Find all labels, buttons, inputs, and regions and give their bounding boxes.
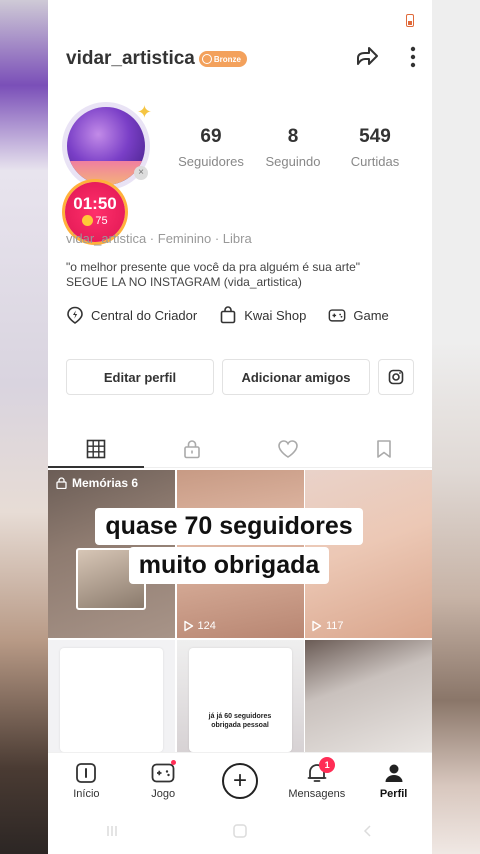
add-friends-button[interactable]: Adicionar amigos: [222, 359, 370, 395]
followers-count: 69: [200, 126, 222, 147]
live-timer: 01:50: [73, 194, 117, 213]
video-text-overlay: já já 60 seguidores obrigada pessoal: [202, 709, 278, 732]
more-options-icon[interactable]: [410, 45, 416, 74]
instagram-button[interactable]: [378, 359, 414, 395]
system-navigation-bar: [48, 808, 432, 854]
play-count: 124: [183, 620, 216, 632]
bio-line: SEGUE LA NO INSTAGRAM (vida_artistica): [66, 275, 302, 289]
profile-screen: vidar_artistica Bronze ✦ × 01:50 75 69 S…: [48, 0, 432, 854]
profile-screenshot-preview: [188, 647, 292, 752]
bookmark-icon: [377, 439, 391, 458]
play-count-value: 117: [326, 620, 344, 632]
avatar[interactable]: ✦ ×: [62, 102, 154, 194]
caption-line: quase 70 seguidores: [95, 508, 363, 545]
caption-line: muito obrigada: [128, 547, 330, 584]
memories-label: Memórias 6: [56, 476, 138, 490]
followers-stat[interactable]: 69 Seguidores: [170, 126, 252, 169]
play-count-value: 124: [197, 620, 216, 632]
tab-posts[interactable]: [48, 430, 144, 468]
username: vidar_artistica: [66, 48, 195, 69]
nav-profile[interactable]: Perfil: [355, 753, 432, 808]
shopping-bag-icon: [219, 306, 237, 324]
instagram-icon: [388, 369, 404, 385]
nav-home[interactable]: Início: [48, 753, 125, 808]
video-thumbnail[interactable]: já já 60 seguidores obrigada pessoal: [176, 639, 304, 752]
live-coins: 75: [65, 215, 125, 227]
bottom-navigation: Início Jogo + 1 Mensagens Perfil: [48, 752, 432, 808]
creator-center-icon: [66, 306, 84, 324]
grid-icon: [86, 439, 106, 458]
followers-label: Seguidores: [178, 154, 244, 169]
level-badge[interactable]: Bronze: [198, 51, 247, 67]
bio-line: "o melhor presente que você da pra algué…: [66, 260, 361, 274]
tool-label: Kwai Shop: [244, 307, 307, 323]
badge-label: Bronze: [213, 54, 241, 64]
back-icon[interactable]: [361, 824, 375, 838]
profile-bio: "o melhor presente que você da pra algué…: [66, 260, 360, 290]
coin-icon: [82, 215, 94, 226]
video-thumbnail[interactable]: [48, 639, 175, 752]
likes-stat[interactable]: 549 Curtidas: [334, 126, 416, 169]
notification-dot: [170, 760, 176, 765]
tab-private[interactable]: [144, 430, 240, 467]
plus-icon: +: [221, 762, 258, 799]
memories-text: Memórias 6: [72, 476, 139, 490]
gamepad-icon: [328, 306, 346, 324]
blurred-background-left: [0, 0, 48, 854]
profile-screenshot-preview: [60, 647, 163, 752]
tool-label: Central do Criador: [91, 307, 198, 323]
nav-create[interactable]: +: [202, 753, 279, 808]
home-button-icon[interactable]: [232, 823, 248, 839]
play-icon: [312, 620, 322, 632]
lock-icon: [184, 439, 200, 458]
recents-icon[interactable]: [105, 824, 119, 838]
messages-badge: 1: [319, 757, 336, 773]
badge-icon: [201, 54, 212, 64]
nav-label: Mensagens: [288, 788, 346, 800]
play-icon: [183, 620, 193, 632]
coin-count: 75: [95, 215, 108, 227]
tab-saved[interactable]: [336, 430, 432, 467]
close-icon[interactable]: ×: [134, 166, 148, 180]
creator-tools: Central do Criador Kwai Shop Game: [66, 306, 411, 324]
likes-count: 549: [359, 126, 391, 147]
lock-icon: [56, 477, 67, 489]
video-caption-overlay: quase 70 seguidores muito obrigada: [84, 508, 374, 586]
following-count: 8: [287, 126, 299, 147]
nav-label: Início: [73, 788, 100, 800]
profile-info-line: vidar_artistica · Feminino · Libra: [66, 231, 252, 246]
tool-label: Game: [353, 307, 389, 323]
nav-game[interactable]: Jogo: [125, 753, 202, 808]
nav-messages[interactable]: 1 Mensagens: [278, 753, 355, 808]
following-label: Seguindo: [265, 154, 321, 169]
kwai-shop-button[interactable]: Kwai Shop: [219, 306, 306, 324]
blurred-background-right: [432, 0, 480, 854]
person-icon: [382, 761, 406, 785]
nav-label: Jogo: [151, 788, 176, 800]
creator-center-button[interactable]: Central do Criador: [66, 306, 197, 324]
profile-actions: Editar perfil Adicionar amigos: [66, 359, 414, 395]
video-thumbnail[interactable]: [305, 639, 432, 752]
profile-header: vidar_artistica Bronze: [66, 44, 416, 74]
following-stat[interactable]: 8 Seguindo: [252, 126, 334, 169]
play-count: 117: [311, 620, 344, 632]
profile-stats: 69 Seguidores 8 Seguindo 549 Curtidas: [170, 126, 416, 169]
star-icon: ✦: [136, 102, 152, 122]
likes-label: Curtidas: [350, 154, 400, 169]
game-button[interactable]: Game: [328, 306, 389, 324]
tab-liked[interactable]: [240, 430, 336, 467]
home-icon: [74, 761, 98, 785]
heart-icon: [278, 439, 298, 458]
edit-profile-button[interactable]: Editar perfil: [66, 359, 214, 395]
nav-label: Perfil: [379, 788, 408, 800]
share-icon[interactable]: [354, 44, 380, 75]
battery-icon: [406, 14, 414, 27]
content-tabs: [48, 430, 432, 468]
